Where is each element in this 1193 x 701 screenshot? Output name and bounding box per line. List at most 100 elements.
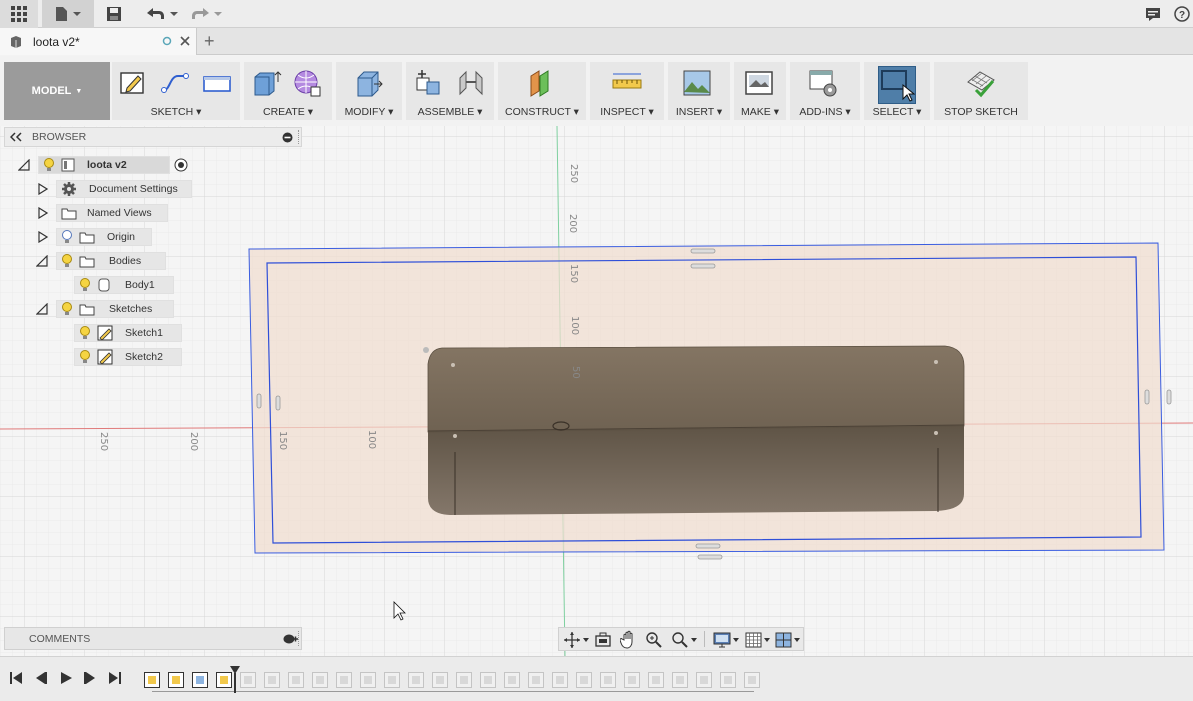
- collapse-triangle-icon[interactable]: [36, 303, 48, 315]
- timeline-feature-icon[interactable]: [432, 672, 448, 688]
- timeline-feature-icon[interactable]: [168, 672, 184, 688]
- timeline-feature-icon[interactable]: [312, 672, 328, 688]
- origin-node[interactable]: Origin: [56, 228, 152, 246]
- tree-item-named-views[interactable]: Named Views: [38, 203, 168, 223]
- plane-handle-left-2[interactable]: [275, 395, 281, 411]
- timeline-feature-icon[interactable]: [624, 672, 640, 688]
- sketch2-node[interactable]: Sketch2: [74, 348, 182, 366]
- go-to-start-icon[interactable]: [8, 671, 24, 685]
- bodies-node[interactable]: Bodies: [56, 252, 166, 270]
- display-settings-icon[interactable]: [713, 632, 731, 648]
- timeline-feature-icon[interactable]: [240, 672, 256, 688]
- expand-arrow-icon[interactable]: [38, 207, 48, 219]
- 3d-print-icon[interactable]: [744, 68, 774, 98]
- visibility-bulb-icon[interactable]: [61, 302, 73, 316]
- plane-handle-top-2[interactable]: [690, 263, 716, 269]
- expand-arrow-icon[interactable]: [38, 183, 48, 195]
- tree-root[interactable]: loota v2: [18, 155, 188, 175]
- create-group[interactable]: CREATE ▾: [244, 62, 332, 120]
- visibility-bulb-off-icon[interactable]: [61, 230, 73, 244]
- assemble-group[interactable]: ASSEMBLE ▾: [406, 62, 494, 120]
- timeline-feature-icon[interactable]: [648, 672, 664, 688]
- timeline-features[interactable]: [144, 666, 764, 693]
- canvas-viewport[interactable]: 250 200 150 100 50 250 200 150 100: [0, 126, 1193, 656]
- document-tab[interactable]: loota v2*: [0, 28, 197, 55]
- grid-dropdown-icon[interactable]: [764, 637, 770, 643]
- new-component-icon[interactable]: [414, 68, 444, 98]
- timeline-feature-icon[interactable]: [576, 672, 592, 688]
- timeline-feature-icon[interactable]: [360, 672, 376, 688]
- go-to-end-icon[interactable]: [107, 671, 123, 685]
- joint-icon[interactable]: [456, 68, 486, 98]
- timeline-feature-icon[interactable]: [264, 672, 280, 688]
- save-icon[interactable]: [104, 4, 124, 24]
- viewports-dropdown-icon[interactable]: [794, 637, 800, 643]
- tree-item-body1[interactable]: Body1: [74, 275, 174, 295]
- tree-item-bodies[interactable]: Bodies: [36, 251, 166, 271]
- pan-icon[interactable]: [620, 630, 638, 649]
- help-icon[interactable]: ?: [1172, 4, 1192, 24]
- timeline-feature-icon[interactable]: [384, 672, 400, 688]
- visibility-bulb-icon[interactable]: [79, 350, 91, 364]
- timeline-feature-icon[interactable]: [528, 672, 544, 688]
- look-at-icon[interactable]: [594, 632, 612, 648]
- make-group[interactable]: MAKE ▾: [734, 62, 786, 120]
- zoom-window-icon[interactable]: [645, 631, 663, 649]
- timeline-feature-icon[interactable]: [504, 672, 520, 688]
- insert-image-icon[interactable]: [682, 68, 712, 98]
- sketch1-node[interactable]: Sketch1: [74, 324, 182, 342]
- close-tab-icon[interactable]: [180, 36, 190, 46]
- create-sketch-icon[interactable]: [118, 68, 148, 98]
- timeline-feature-icon[interactable]: [288, 672, 304, 688]
- form-icon[interactable]: [292, 68, 322, 98]
- visibility-bulb-icon[interactable]: [43, 158, 55, 172]
- step-back-icon[interactable]: [33, 671, 49, 685]
- play-icon[interactable]: [58, 671, 74, 685]
- plane-handle-bottom-1[interactable]: [695, 543, 721, 549]
- expand-arrow-icon[interactable]: [38, 231, 48, 243]
- expand-triangle-icon[interactable]: [18, 159, 30, 171]
- file-menu-icon[interactable]: [42, 0, 94, 28]
- browser-header[interactable]: BROWSER: [4, 127, 302, 147]
- plane-handle-right-1[interactable]: [1144, 389, 1150, 405]
- timeline-feature-icon[interactable]: [216, 672, 232, 688]
- visibility-bulb-icon[interactable]: [79, 278, 91, 292]
- plane-handle-top-1[interactable]: [690, 248, 716, 254]
- sketch-group[interactable]: SKETCH ▾: [112, 62, 240, 120]
- timeline-feature-icon[interactable]: [408, 672, 424, 688]
- sketch-point[interactable]: [423, 347, 429, 353]
- tree-item-sketch2[interactable]: Sketch2: [74, 347, 182, 367]
- comments-panel[interactable]: COMMENTS: [4, 627, 302, 650]
- step-forward-icon[interactable]: [82, 671, 98, 685]
- timeline-feature-icon[interactable]: [480, 672, 496, 688]
- orbit-icon[interactable]: [563, 631, 581, 649]
- plane-handle-bottom-2[interactable]: [697, 554, 723, 560]
- rectangle-icon[interactable]: [202, 68, 232, 98]
- line-icon[interactable]: [160, 68, 190, 98]
- root-node[interactable]: loota v2: [38, 156, 170, 174]
- timeline-feature-icon[interactable]: [720, 672, 736, 688]
- tree-item-sketches[interactable]: Sketches: [36, 299, 174, 319]
- timeline-feature-icon[interactable]: [144, 672, 160, 688]
- tree-item-sketch1[interactable]: Sketch1: [74, 323, 182, 343]
- stop-sketch-group[interactable]: STOP SKETCH: [934, 62, 1028, 120]
- stop-sketch-icon[interactable]: [966, 68, 996, 98]
- body1-solid[interactable]: [427, 345, 965, 515]
- new-tab-button[interactable]: +: [204, 31, 215, 52]
- orbit-dropdown-icon[interactable]: [583, 637, 589, 643]
- scripts-icon[interactable]: [808, 68, 838, 98]
- sketches-node[interactable]: Sketches: [56, 300, 174, 318]
- tree-item-document-settings[interactable]: Document Settings: [38, 179, 192, 199]
- select-group[interactable]: SELECT ▾: [864, 62, 930, 120]
- timeline-feature-icon[interactable]: [456, 672, 472, 688]
- add-ins-group[interactable]: ADD-INS ▾: [790, 62, 860, 120]
- visibility-bulb-icon[interactable]: [61, 254, 73, 268]
- timeline-feature-icon[interactable]: [744, 672, 760, 688]
- viewports-icon[interactable]: [775, 632, 792, 648]
- visibility-bulb-icon[interactable]: [79, 326, 91, 340]
- chat-icon[interactable]: [1143, 4, 1163, 24]
- redo-icon[interactable]: [188, 4, 224, 24]
- collapse-panel-icon[interactable]: [10, 132, 22, 142]
- timeline-feature-icon[interactable]: [600, 672, 616, 688]
- press-pull-icon[interactable]: [354, 68, 384, 98]
